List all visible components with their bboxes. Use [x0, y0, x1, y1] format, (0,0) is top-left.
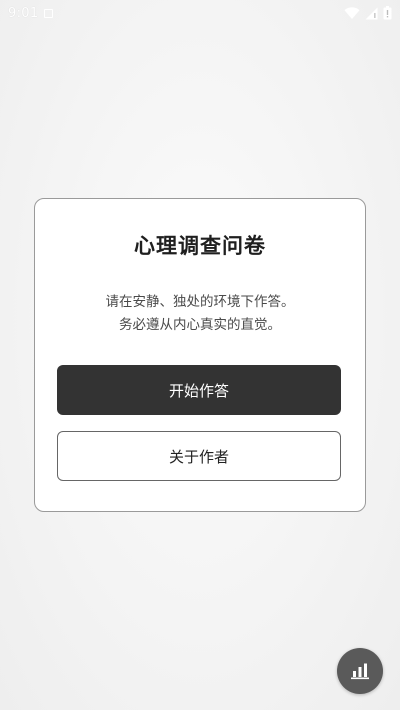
- description: 请在安静、独处的环境下作答。 务必遵从内心真实的直觉。: [35, 291, 365, 337]
- description-line-2: 务必遵从内心真实的直觉。: [119, 317, 281, 333]
- bar-chart-icon: [351, 663, 369, 680]
- wifi-icon: [344, 6, 360, 19]
- battery-icon: [383, 6, 392, 20]
- status-icons: [344, 6, 392, 20]
- description-line-1: 请在安静、独处的环境下作答。: [105, 294, 295, 310]
- questionnaire-card: 心理调查问卷 请在安静、独处的环境下作答。 务必遵从内心真实的直觉。 开始作答 …: [34, 198, 366, 512]
- status-bar: 9:01: [0, 0, 400, 26]
- signal-icon: [365, 7, 378, 19]
- status-time: 9:01: [8, 5, 39, 21]
- about-author-button[interactable]: 关于作者: [57, 431, 341, 481]
- page-title: 心理调查问卷: [134, 234, 266, 258]
- start-answering-button[interactable]: 开始作答: [57, 365, 341, 415]
- stats-fab-button[interactable]: [337, 648, 383, 694]
- notification-icon: [44, 8, 54, 18]
